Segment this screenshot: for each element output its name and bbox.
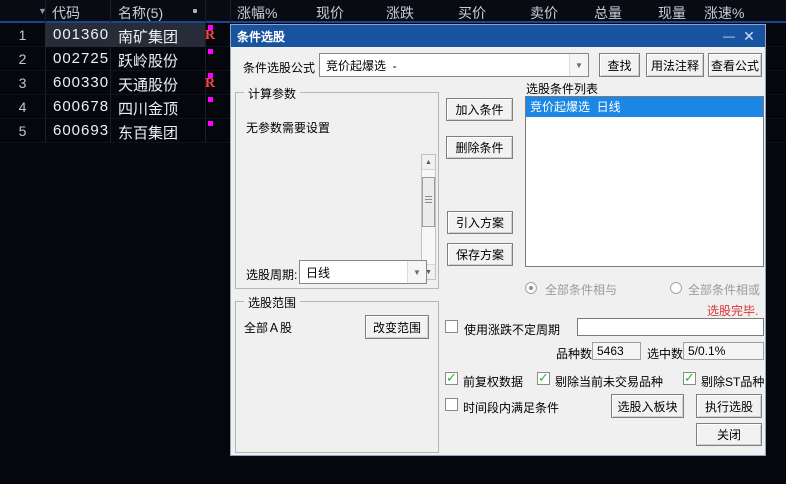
to-block-button[interactable]: 选股入板块 <box>611 394 684 418</box>
stock-name: 天通股份 <box>118 77 179 94</box>
radio-and-icon <box>525 282 537 294</box>
selected-label: 选中数 <box>647 347 684 361</box>
header-change[interactable]: 涨跌 <box>386 3 414 23</box>
margin-r-badge: R <box>205 28 216 43</box>
period-label: 选股周期: <box>246 268 298 282</box>
import-plan-button[interactable]: 引入方案 <box>447 211 513 234</box>
radio-or-label: 全部条件相或 <box>688 283 761 297</box>
chevron-down-icon[interactable]: ▼ <box>407 261 426 283</box>
params-empty-text: 无参数需要设置 <box>246 121 331 135</box>
selected-value: 5/0.1% <box>683 342 764 360</box>
stock-code: 002725 <box>53 50 110 67</box>
stock-code: 600330 <box>53 74 110 91</box>
close-button[interactable]: 关闭 <box>696 423 762 446</box>
row-number: 1 <box>18 27 27 43</box>
row-number: 5 <box>18 123 27 139</box>
header-buy[interactable]: 买价 <box>458 3 486 23</box>
dialog-titlebar: 条件选股 — ✕ <box>231 25 765 47</box>
radio-and-label: 全部条件相与 <box>545 283 618 297</box>
period-combobox[interactable]: 日线 ▼ <box>299 260 427 284</box>
stock-name: 东百集团 <box>118 125 179 142</box>
add-condition-button[interactable]: 加入条件 <box>446 98 513 121</box>
signal-dot-icon <box>208 97 213 102</box>
count-value: 5463 <box>592 342 641 360</box>
period-combobox-value: 日线 <box>306 265 331 280</box>
execute-button[interactable]: 执行选股 <box>696 394 762 418</box>
range-group-label: 选股范围 <box>244 294 301 311</box>
formula-combobox-value: 竞价起爆选 - <box>326 58 397 73</box>
header-cur-volume[interactable]: 现量 <box>658 3 686 23</box>
header-volume[interactable]: 总量 <box>594 3 622 23</box>
row-number: 3 <box>18 75 27 91</box>
checkbox-exclude-untraded[interactable] <box>537 370 550 386</box>
checkbox-time-range[interactable] <box>445 398 458 411</box>
view-formula-button[interactable]: 查看公式 <box>708 53 762 77</box>
header-name[interactable]: 名称(5) <box>118 3 163 23</box>
close-icon[interactable]: ✕ <box>739 27 759 45</box>
header-pct[interactable]: 涨幅% <box>237 3 277 23</box>
formula-label: 条件选股公式 <box>243 61 316 75</box>
change-range-button[interactable]: 改变范围 <box>365 315 429 339</box>
condition-list-item[interactable]: 竞价起爆选 日线 <box>526 97 763 117</box>
stock-code: 600693 <box>53 122 110 139</box>
sort-dot-icon <box>193 9 197 13</box>
checkbox-exclude-st-label: 剔除ST品种 <box>701 375 765 389</box>
stock-code: 600678 <box>53 98 110 115</box>
stock-name: 南矿集团 <box>118 29 179 46</box>
row-number: 2 <box>18 51 27 67</box>
table-header: ▼ 代码 名称(5) 涨幅% 现价 涨跌 买价 卖价 总量 现量 涨速% <box>0 0 786 21</box>
params-group: 计算参数 无参数需要设置 ▲ ▼ 选股周期: 日线 ▼ <box>235 85 439 289</box>
condition-stock-picker-dialog: 条件选股 — ✕ 条件选股公式 竞价起爆选 - ▼ 查找 用法注释 查看公式 计… <box>230 24 766 456</box>
checkbox-variable-period[interactable] <box>445 320 458 333</box>
range-value: 全部Ａ股 <box>244 321 293 335</box>
checkbox-variable-period-label: 使用涨跌不定周期 <box>464 323 561 337</box>
variable-period-input[interactable] <box>577 318 764 336</box>
checkbox-forward-adjust-label: 前复权数据 <box>463 375 524 389</box>
save-plan-button[interactable]: 保存方案 <box>447 243 513 266</box>
range-group: 选股范围 全部Ａ股 改变范围 <box>235 294 439 453</box>
checkbox-forward-adjust[interactable] <box>445 370 458 386</box>
checkbox-time-range-label: 时间段内满足条件 <box>463 401 560 415</box>
dialog-body: 条件选股公式 竞价起爆选 - ▼ 查找 用法注释 查看公式 计算参数 无参数需要… <box>231 47 765 455</box>
signal-dot-icon <box>208 49 213 54</box>
status-text: 选股完毕. <box>707 304 759 318</box>
scroll-up-icon[interactable]: ▲ <box>422 155 435 170</box>
scrollbar-thumb[interactable] <box>422 177 435 227</box>
checkbox-exclude-untraded-label: 剔除当前未交易品种 <box>555 375 664 389</box>
row-number: 4 <box>18 99 27 115</box>
margin-r-badge: R <box>205 76 216 91</box>
count-label: 品种数 <box>556 347 593 361</box>
header-speed[interactable]: 涨速% <box>704 3 744 23</box>
radio-or-icon <box>670 282 682 294</box>
header-sell[interactable]: 卖价 <box>530 3 558 23</box>
params-group-label: 计算参数 <box>244 85 301 102</box>
chevron-down-icon[interactable]: ▼ <box>569 54 588 76</box>
formula-combobox[interactable]: 竞价起爆选 - ▼ <box>319 53 589 77</box>
condition-list-label: 选股条件列表 <box>526 82 599 96</box>
dialog-title: 条件选股 <box>237 29 286 44</box>
stock-name: 跃岭股份 <box>118 53 179 70</box>
stock-code: 001360 <box>53 26 110 43</box>
header-price[interactable]: 现价 <box>316 3 344 23</box>
minimize-icon[interactable]: — <box>719 27 739 45</box>
checkbox-exclude-st[interactable] <box>683 370 696 386</box>
usage-notes-button[interactable]: 用法注释 <box>646 53 704 77</box>
signal-dot-icon <box>208 121 213 126</box>
find-button[interactable]: 查找 <box>599 53 640 77</box>
tdx-stock-screen: ▼ 代码 名称(5) 涨幅% 现价 涨跌 买价 卖价 总量 现量 涨速% 1 0… <box>0 0 786 484</box>
stock-name: 四川金顶 <box>118 101 179 118</box>
delete-condition-button[interactable]: 删除条件 <box>446 136 513 159</box>
header-code[interactable]: 代码 <box>52 3 80 23</box>
condition-listbox[interactable]: 竞价起爆选 日线 <box>525 96 764 267</box>
